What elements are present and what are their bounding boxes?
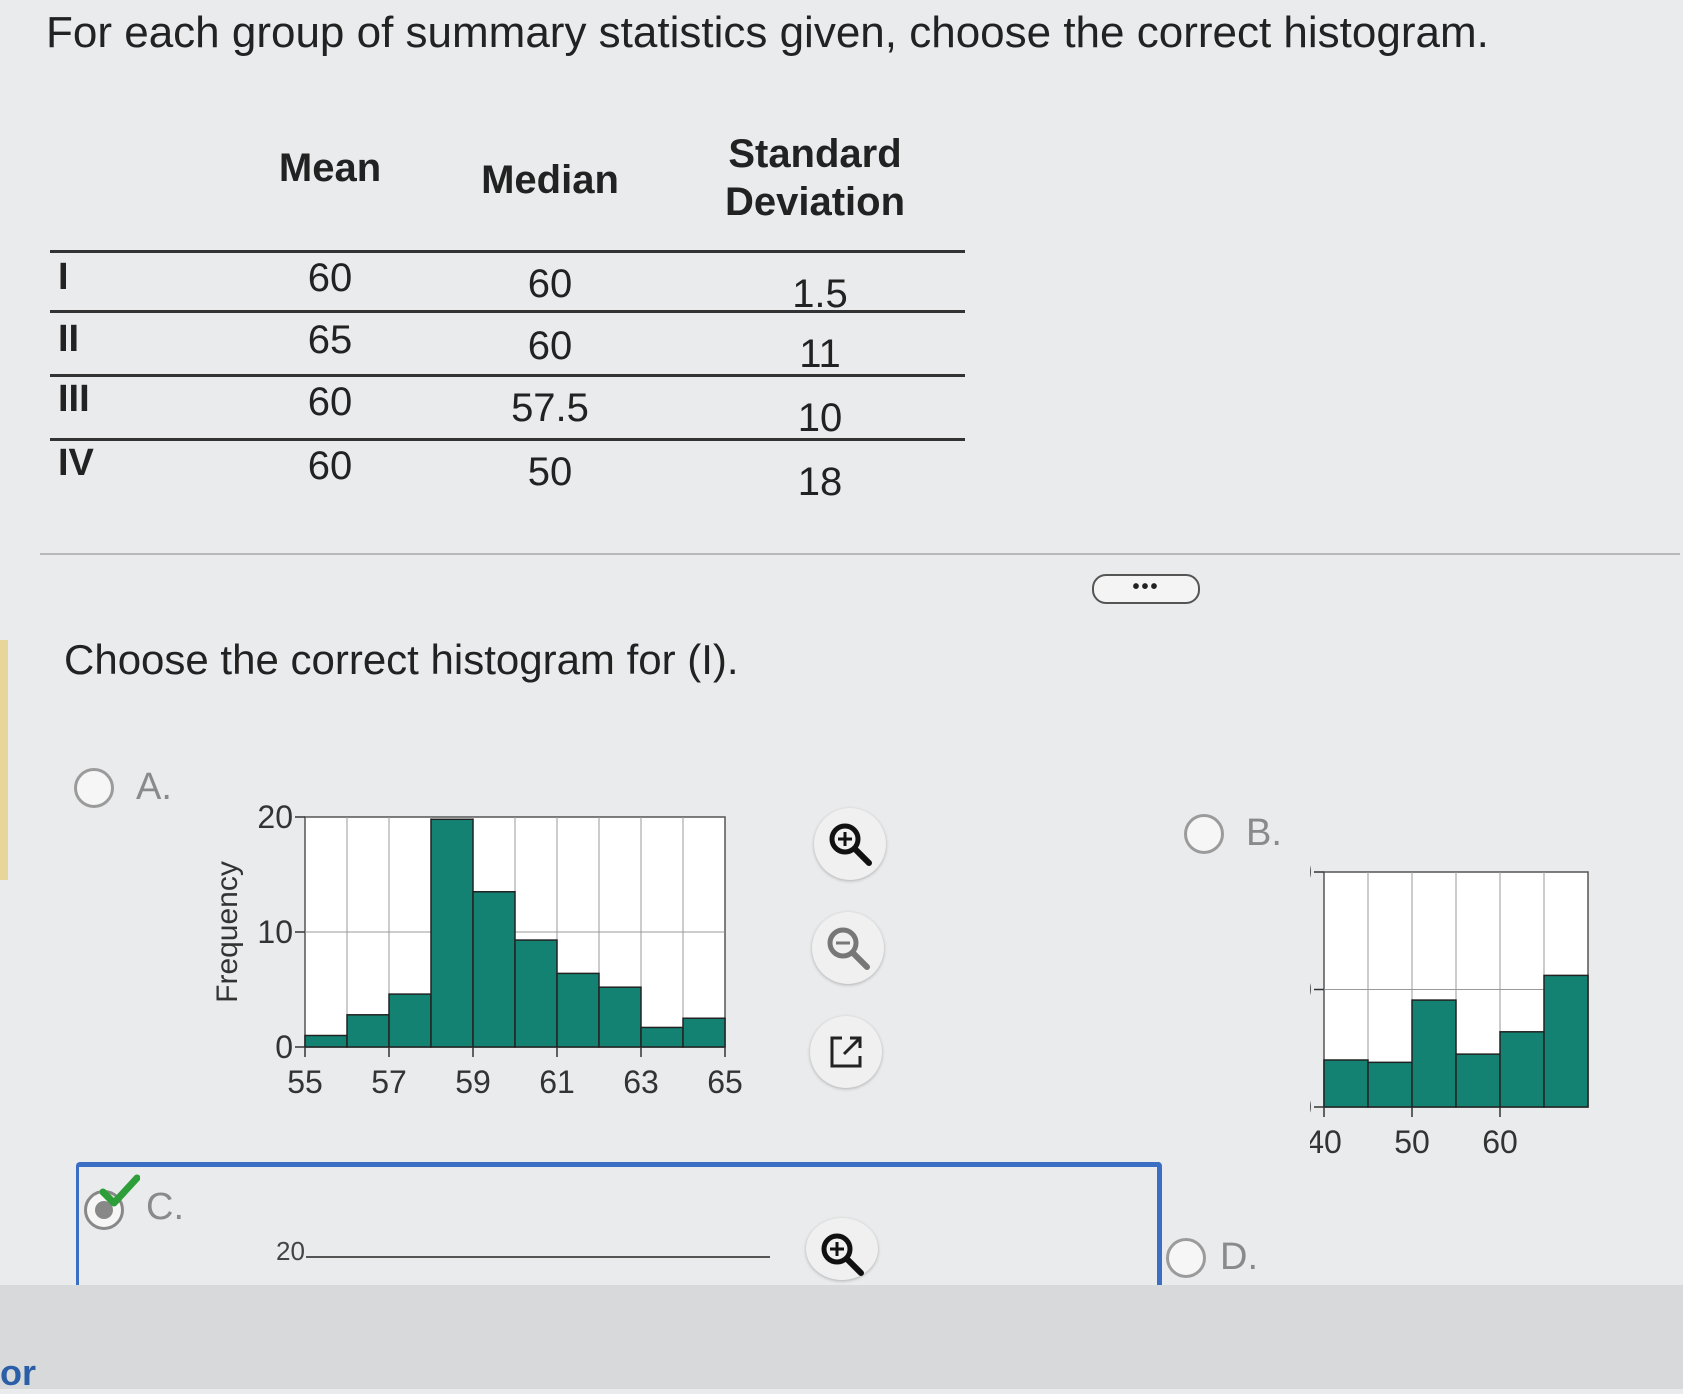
histogram-b: 201004050607Frequency [1025,854,1683,1200]
histogram-a-bar [640,1026,684,1048]
checkmark-icon [100,1174,140,1207]
histogram-a-bar [682,1017,726,1048]
zoom-in-button-c[interactable] [806,1218,878,1280]
histogram-a-ytick-label: 10 [257,914,293,950]
table-row: IV 60 50 18 [50,438,965,504]
cell-sd: 18 [797,460,843,504]
histogram-a-svg: 20 10 055 57 59 61 63 65 Frequency [211,799,743,1100]
option-a-radio[interactable] [74,768,114,808]
histogram-a-bar [598,986,642,1048]
cell-sd: 10 [797,396,843,440]
table-row: I 60 60 1.5 [50,248,965,316]
header-median: Median [481,158,619,202]
row-label: I [58,256,69,298]
histogram-a-bar [472,891,516,1048]
cell-mean: 60 [307,444,353,488]
histogram-b-svg: 201004050607Frequency [1025,854,1589,1160]
more-button[interactable]: ••• [1092,574,1200,604]
left-edge-strip [0,640,8,880]
histogram-a-xtick-label: 63 [623,1064,659,1100]
question-title: For each group of summary statistics giv… [46,8,1489,57]
cell-mean: 60 [307,256,353,300]
histogram-b-xtick-label: 40 [1310,1124,1342,1160]
sub-question: Choose the correct histogram for (I). [64,636,739,683]
histogram-b-xtick-label: 60 [1482,1124,1518,1160]
header-sd-line2: Deviation [724,180,906,224]
header-mean: Mean [278,146,382,190]
open-external-button[interactable] [810,1016,882,1088]
zoom-in-icon [829,823,872,866]
zoom-out-icon [827,927,870,970]
chart-c-top-line [306,1256,770,1258]
zoom-in-button[interactable] [814,808,886,880]
cell-sd: 11 [799,332,841,376]
histogram-b-bar [1499,1031,1545,1108]
bottom-band [0,1285,1683,1389]
zoom-in-icon [821,1233,864,1276]
histogram-a-xtick-label: 59 [455,1064,491,1100]
histogram-b-ytick-label: 20 [1310,860,1312,890]
histogram-a-ytick-label: 20 [257,805,293,835]
cell-median: 57.5 [511,386,589,430]
option-b-label: B. [1246,812,1282,854]
histogram-a-xtick-label: 55 [287,1064,323,1100]
histogram-b-bar [1455,1053,1501,1108]
section-divider [40,553,1680,555]
histogram-a-bar [346,1014,390,1048]
row-label: II [58,318,80,360]
option-a-label: A. [136,766,172,808]
option-d-radio[interactable] [1166,1238,1206,1278]
row-label: III [58,378,90,420]
cell-median: 60 [527,324,573,368]
option-d-label: D. [1220,1236,1258,1278]
histogram-b-bar [1543,974,1589,1108]
option-b-radio[interactable] [1184,814,1224,854]
histogram-a-bar [556,972,600,1048]
open-external-icon [830,1036,862,1068]
cell-median: 60 [527,262,573,306]
histogram-a-xtick-label: 61 [539,1064,575,1100]
histogram-b-bar [1323,1059,1369,1108]
histogram-a-bar [304,1034,348,1048]
histogram-a-bar [514,939,558,1048]
option-c-label: C. [146,1186,184,1228]
histogram-a-ylabel: Frequency [211,861,244,1003]
histogram-b-xtick-label: 50 [1394,1124,1430,1160]
header-standard-deviation: Standard Deviation [690,130,940,226]
histogram-a-ytick-label: 0 [275,1029,293,1065]
histogram-b-bar [1367,1061,1413,1108]
row-label: IV [58,442,94,484]
zoom-out-button[interactable] [812,912,884,984]
histogram-b-bar [1411,999,1457,1108]
histogram-a-bar [388,993,432,1048]
cell-median: 50 [527,450,573,494]
histogram-a-xtick-label: 65 [707,1064,743,1100]
bottom-text: or [0,1352,36,1393]
histogram-a: 20 10 0 55 57 59 61 63 65 Frequency [210,799,810,1175]
histogram-b-ytick-label: 10 [1310,972,1312,1008]
cell-mean: 65 [307,318,353,362]
table-row: II 65 60 11 [50,310,965,376]
histogram-a-xtick-label: 57 [371,1064,407,1100]
table-row: III 60 57.5 10 [50,374,965,440]
header-sd-line1: Standard [728,132,902,176]
cell-mean: 60 [307,380,353,424]
chart-c-tick-20: 20 [276,1236,305,1266]
histogram-b-ytick-label: 0 [1310,1089,1312,1125]
histogram-a-bar [430,818,474,1048]
